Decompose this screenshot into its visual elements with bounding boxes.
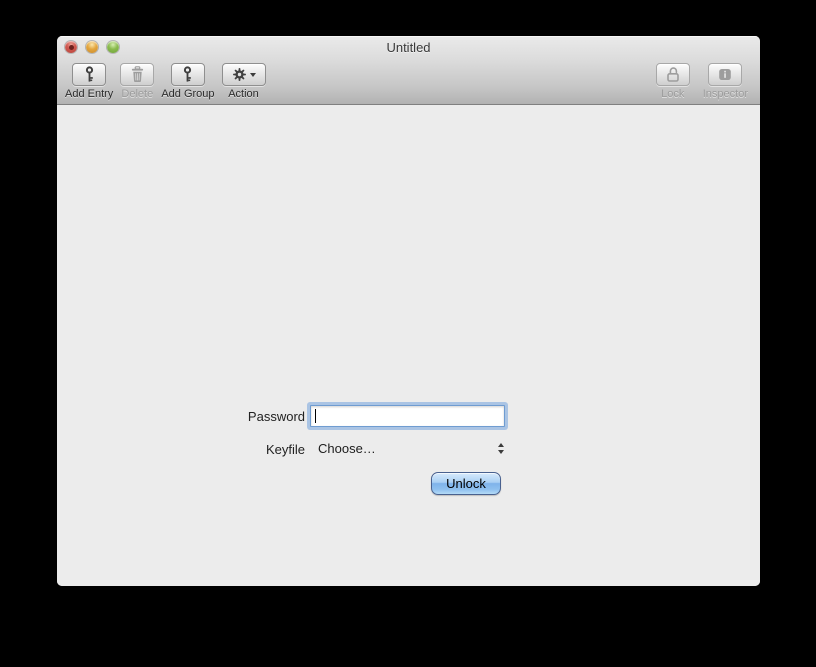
- action-bezel: [222, 63, 266, 86]
- unlock-button[interactable]: Unlock: [431, 472, 501, 495]
- chevron-down-icon: [498, 450, 504, 454]
- lock-button[interactable]: Lock: [656, 63, 690, 100]
- add-entry-button[interactable]: Add Entry: [65, 63, 113, 100]
- text-cursor: [315, 409, 316, 423]
- window-chrome: Untitled Add Entry: [57, 36, 760, 105]
- lock-bezel: [656, 63, 690, 86]
- delete-button[interactable]: Delete: [120, 63, 154, 100]
- title-bar[interactable]: Untitled: [57, 36, 760, 58]
- toolbar: Add Entry: [57, 58, 760, 105]
- delete-label: Delete: [121, 88, 153, 100]
- add-group-bezel: [171, 63, 205, 86]
- add-entry-bezel: [72, 63, 106, 86]
- inspector-button[interactable]: Inspector: [703, 63, 748, 100]
- gear-icon: [232, 67, 247, 82]
- inspector-label: Inspector: [703, 88, 748, 100]
- toolbar-right-group: Lock Inspector: [656, 63, 748, 100]
- add-group-label: Add Group: [161, 88, 214, 100]
- lock-label: Lock: [661, 88, 684, 100]
- password-label: Password: [187, 409, 305, 424]
- trash-icon: [130, 66, 145, 83]
- action-label: Action: [228, 88, 259, 100]
- password-field-wrap: [310, 405, 505, 427]
- toolbar-left-group: Add Entry: [65, 63, 266, 100]
- unlock-padlock-icon: [665, 66, 681, 83]
- add-entry-label: Add Entry: [65, 88, 113, 100]
- info-icon: [718, 68, 732, 81]
- delete-bezel: [120, 63, 154, 86]
- window-title: Untitled: [57, 36, 760, 58]
- add-group-button[interactable]: Add Group: [161, 63, 214, 100]
- keyfile-popup[interactable]: Choose…: [310, 440, 505, 460]
- desktop-backdrop: Untitled Add Entry: [0, 0, 816, 667]
- chevron-up-icon: [498, 443, 504, 447]
- chevron-down-icon: [250, 73, 256, 77]
- key-icon: [83, 66, 96, 83]
- inspector-bezel: [708, 63, 742, 86]
- password-input[interactable]: [310, 405, 505, 427]
- unlock-form-area: Password Keyfile Choose… Unlock: [57, 106, 760, 586]
- action-button[interactable]: Action: [222, 63, 266, 100]
- app-window: Untitled Add Entry: [57, 36, 760, 586]
- keyfile-label: Keyfile: [187, 442, 305, 457]
- keyfile-popup-value: Choose…: [318, 441, 376, 456]
- key-icon: [181, 66, 194, 83]
- popup-stepper-icon: [498, 443, 504, 454]
